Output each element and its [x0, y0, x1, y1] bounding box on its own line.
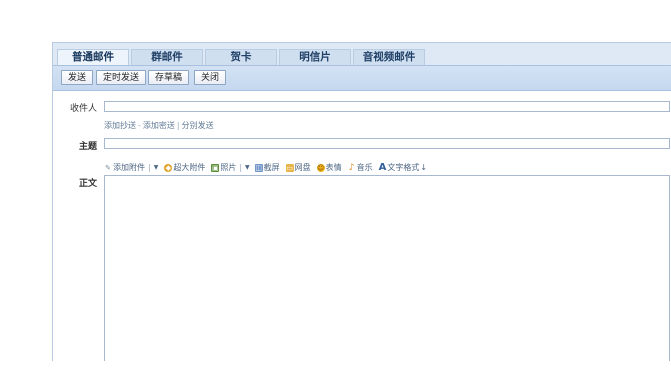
netdisk-icon: ▭: [285, 163, 294, 172]
emoji-icon: ☺: [316, 163, 325, 172]
text-format-arrow: ↓: [420, 163, 428, 172]
tab-group-mail[interactable]: 群邮件: [131, 49, 203, 65]
screenshot-button[interactable]: ◫ 截屏: [254, 162, 280, 173]
text-format-label: 文字格式: [387, 163, 420, 172]
music-label: 音乐: [356, 163, 373, 172]
screenshot-label: 截屏: [263, 163, 280, 172]
tab-postcard[interactable]: 明信片: [279, 49, 351, 65]
separator: |: [239, 163, 243, 172]
netdisk-label: 网盘: [294, 163, 311, 172]
tab-av-mail[interactable]: 音视频邮件: [353, 49, 425, 65]
music-button[interactable]: ♪ 音乐: [348, 162, 373, 173]
photo-label: 照片: [220, 163, 237, 172]
photo-button[interactable]: ▣ 照片: [211, 162, 236, 173]
recipient-label: 收件人: [69, 104, 97, 114]
close-button[interactable]: 关闭: [194, 70, 227, 85]
compose-toolbar: 发送 定时发送 存草稿 关闭: [53, 65, 671, 91]
separate-send-link[interactable]: 分别发送: [182, 121, 214, 130]
large-attachment-icon: ◆: [164, 163, 173, 172]
text-format-icon: A: [378, 162, 387, 173]
paperclip-icon: ✎: [105, 163, 111, 172]
subject-label: 主题: [78, 142, 97, 152]
recipient-options: 添加抄送 - 添加密送 | 分别发送: [104, 120, 214, 131]
large-attachment-button[interactable]: ◆ 超大附件: [164, 162, 205, 173]
add-attachment-button[interactable]: ✎ 添加附件: [104, 162, 145, 173]
attachment-dropdown-icon[interactable]: ▼: [154, 164, 159, 171]
music-icon: ♪: [348, 162, 355, 173]
recipient-input[interactable]: [104, 101, 670, 112]
send-button[interactable]: 发送: [61, 70, 94, 85]
scheduled-send-button[interactable]: 定时发送: [96, 70, 147, 85]
add-cc-link[interactable]: 添加抄送: [104, 121, 136, 130]
emoji-label: 表情: [325, 163, 342, 172]
tab-normal-mail[interactable]: 普通邮件: [57, 49, 129, 65]
text-format-button[interactable]: A 文字格式 ↓: [379, 162, 427, 173]
save-draft-button[interactable]: 存草稿: [148, 70, 190, 85]
add-bcc-link[interactable]: 添加密送: [143, 121, 175, 130]
emoji-button[interactable]: ☺ 表情: [316, 162, 342, 173]
separator: |: [148, 163, 151, 172]
link-separator: |: [176, 121, 180, 130]
photo-dropdown-icon[interactable]: ▼: [245, 164, 250, 171]
photo-icon: ▣: [211, 163, 220, 172]
link-separator: -: [138, 121, 141, 130]
subject-input[interactable]: [104, 138, 670, 149]
compose-type-tabs: 普通邮件 群邮件 贺卡 明信片 音视频邮件: [53, 43, 671, 65]
tab-greeting-card[interactable]: 贺卡: [205, 49, 277, 65]
large-attachment-label: 超大附件: [173, 163, 206, 172]
attachment-toolbar: ✎ 添加附件 | ▼ ◆ 超大附件 ▣ 照片 | ▼ ◫ 截屏 ▭ 网盘 ☺ 表…: [104, 162, 427, 173]
netdisk-button[interactable]: ▭ 网盘: [285, 162, 311, 173]
body-label: 正文: [78, 179, 97, 189]
message-body-editor[interactable]: [104, 175, 670, 361]
compose-window: 普通邮件 群邮件 贺卡 明信片 音视频邮件 发送 定时发送 存草稿 关闭 收件人…: [52, 42, 671, 361]
screenshot-icon: ◫: [254, 163, 263, 172]
add-attachment-label: 添加附件: [113, 163, 145, 172]
